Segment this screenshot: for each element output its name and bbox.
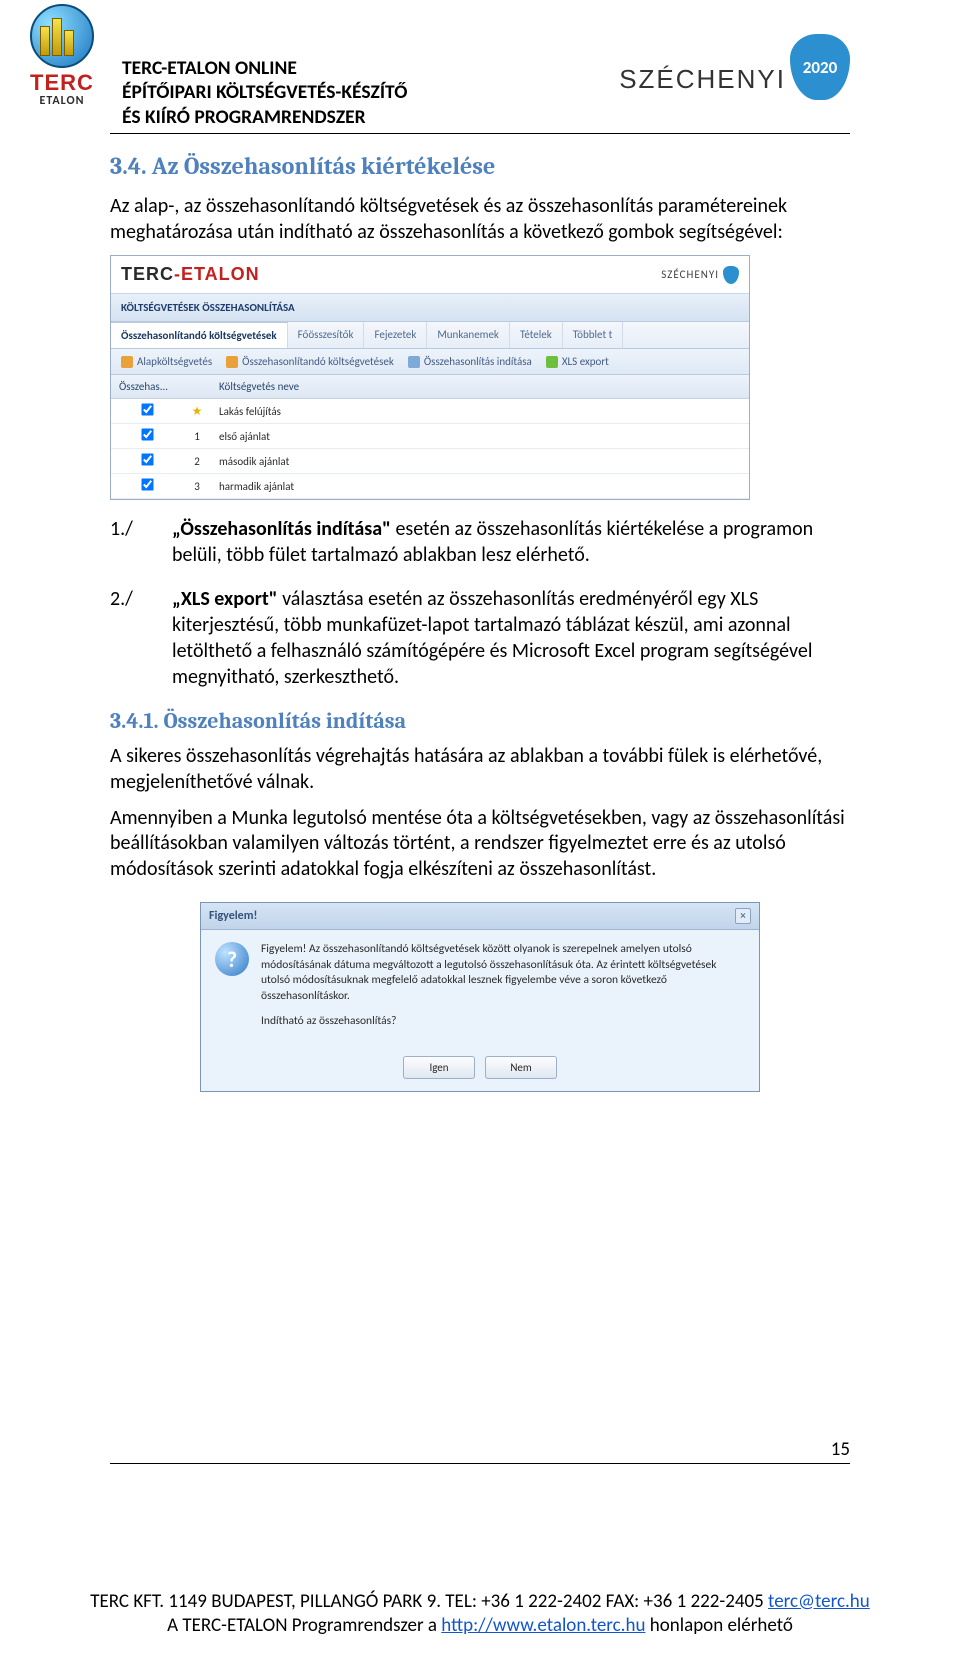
star-icon: ★ bbox=[192, 405, 203, 419]
p-341-1: A sikeres összehasonlítás végrehajtás ha… bbox=[110, 744, 850, 795]
col-osszehas: Összehas... bbox=[111, 375, 183, 399]
col-name: Költségvetés neve bbox=[211, 375, 749, 399]
terc-logo-sub: ETALON bbox=[16, 94, 108, 108]
tab-tetelek[interactable]: Tételek bbox=[510, 322, 563, 348]
terc-logo: TERC ETALON bbox=[14, 4, 110, 114]
num-1: 1./ bbox=[110, 516, 140, 568]
heading-34: 3.4. Az Összehasonlítás kiértékelése bbox=[110, 152, 850, 180]
xls-icon bbox=[546, 356, 558, 368]
dialog-yes-button[interactable]: Igen bbox=[403, 1056, 475, 1079]
num-2-bold: „XLS export" bbox=[172, 587, 278, 611]
compare-table: Összehas... Költségvetés neve ★ Lakás fe… bbox=[111, 375, 749, 499]
row-idx: 1 bbox=[183, 424, 211, 449]
tab-munkanemek[interactable]: Munkanemek bbox=[427, 322, 510, 348]
row-name: harmadik ajánlat bbox=[211, 474, 749, 499]
app-badge-mini: SZÉCHENYI bbox=[661, 266, 739, 284]
footer-line1-text: TERC KFT. 1149 BUDAPEST, PILLANGÓ PARK 9… bbox=[90, 1590, 768, 1613]
play-icon bbox=[408, 356, 420, 368]
szechenyi-label: SZÉCHENYI bbox=[619, 64, 786, 95]
doc-icon bbox=[226, 356, 238, 368]
table-row[interactable]: 1 első ajánlat bbox=[111, 424, 749, 449]
footer-email-link[interactable]: terc@terc.hu bbox=[768, 1590, 870, 1613]
tab-tobblet[interactable]: Többlet t bbox=[563, 322, 624, 348]
table-row[interactable]: 2 második ajánlat bbox=[111, 449, 749, 474]
confirm-dialog: Figyelem! × ? Figyelem! Az összehasonlít… bbox=[200, 902, 760, 1092]
page-footer: TERC KFT. 1149 BUDAPEST, PILLANGÓ PARK 9… bbox=[0, 1590, 960, 1639]
header-title-line1: TERC-ETALON ONLINE bbox=[122, 56, 607, 80]
table-row[interactable]: 3 harmadik ajánlat bbox=[111, 474, 749, 499]
pin-icon bbox=[723, 266, 739, 284]
row-checkbox[interactable] bbox=[141, 429, 153, 441]
footer-line2-pre: A TERC-ETALON Programrendszer a bbox=[167, 1614, 441, 1637]
intro-34: Az alap-, az összehasonlítandó költségve… bbox=[110, 194, 850, 245]
toolbar-xls-export[interactable]: XLS export bbox=[546, 355, 609, 368]
dialog-body-text: Figyelem! Az összehasonlítandó költségve… bbox=[261, 942, 745, 1004]
row-idx: 2 bbox=[183, 449, 211, 474]
p-341-2: Amennyiben a Munka legutolsó mentése óta… bbox=[110, 806, 850, 883]
app-badge-mini-label: SZÉCHENYI bbox=[661, 268, 719, 281]
row-checkbox[interactable] bbox=[141, 404, 153, 416]
panel-title: KÖLTSÉGVETÉSEK ÖSSZEHASONLÍTÁSA bbox=[111, 294, 749, 322]
page-header: TERC ETALON TERC-ETALON ONLINE ÉPÍTŐIPAR… bbox=[110, 30, 850, 134]
question-icon: ? bbox=[215, 942, 249, 976]
szechenyi-badge: SZÉCHENYI 2020 bbox=[619, 30, 850, 100]
dialog-no-button[interactable]: Nem bbox=[485, 1056, 557, 1079]
toolbar-alap-label: Alapköltségvetés bbox=[137, 355, 212, 368]
header-title-line2: ÉPÍTŐIPARI KÖLTSÉGVETÉS-KÉSZÍTŐ bbox=[122, 80, 607, 104]
app-logo: TERC-ETALON bbox=[121, 264, 260, 285]
row-checkbox[interactable] bbox=[141, 479, 153, 491]
row-name: Lakás felújítás bbox=[211, 399, 749, 424]
num-1-bold: „Összehasonlítás indítása" bbox=[172, 517, 391, 541]
header-title-line3: ÉS KIÍRÓ PROGRAMRENDSZER bbox=[122, 105, 607, 129]
toolbar-osszehas-label: Összehasonlítandó költségvetések bbox=[242, 355, 394, 368]
heading-341: 3.4.1. Összehasonlítás indítása bbox=[110, 708, 850, 734]
terc-logo-brand: TERC bbox=[16, 70, 108, 96]
tabs-row: Összehasonlítandó költségvetések Főössze… bbox=[111, 322, 749, 349]
toolbar-osszehasonlitando[interactable]: Összehasonlítandó költségvetések bbox=[226, 355, 394, 368]
app-logo-left: TERC bbox=[121, 264, 174, 284]
screenshot-compare-grid: TERC-ETALON SZÉCHENYI KÖLTSÉGVETÉSEK ÖSS… bbox=[110, 255, 750, 500]
app-logo-right: ETALON bbox=[181, 264, 260, 284]
dialog-question: Indítható az összehasonlítás? bbox=[261, 1014, 745, 1030]
tab-fejezetek[interactable]: Fejezetek bbox=[364, 322, 427, 348]
table-row[interactable]: ★ Lakás felújítás bbox=[111, 399, 749, 424]
row-name: első ajánlat bbox=[211, 424, 749, 449]
szechenyi-year: 2020 bbox=[790, 34, 850, 100]
toolbar-xls-label: XLS export bbox=[562, 355, 609, 368]
row-idx: 3 bbox=[183, 474, 211, 499]
numbered-item-1: 1./ „Összehasonlítás indítása" esetén az… bbox=[110, 516, 850, 568]
num-2: 2./ bbox=[110, 586, 140, 690]
toolbar-inditas-label: Összehasonlítás indítása bbox=[424, 355, 532, 368]
toolbar-inditas[interactable]: Összehasonlítás indítása bbox=[408, 355, 532, 368]
tab-foosszesitok[interactable]: Főösszesítők bbox=[288, 322, 365, 348]
dialog-title: Figyelem! bbox=[209, 909, 257, 923]
close-icon[interactable]: × bbox=[735, 908, 751, 924]
tab-osszehas[interactable]: Összehasonlítandó költségvetések bbox=[111, 322, 288, 348]
col-idx bbox=[183, 375, 211, 399]
row-name: második ajánlat bbox=[211, 449, 749, 474]
toolbar-alapkoltsegvetes[interactable]: Alapköltségvetés bbox=[121, 355, 212, 368]
footer-url-link[interactable]: http://www.etalon.terc.hu bbox=[441, 1614, 645, 1637]
doc-icon bbox=[121, 356, 133, 368]
footer-line2-post: honlapon elérhető bbox=[645, 1614, 792, 1637]
numbered-item-2: 2./ „XLS export" választása esetén az ös… bbox=[110, 586, 850, 690]
row-checkbox[interactable] bbox=[141, 454, 153, 466]
page-number: 15 bbox=[110, 1438, 850, 1464]
